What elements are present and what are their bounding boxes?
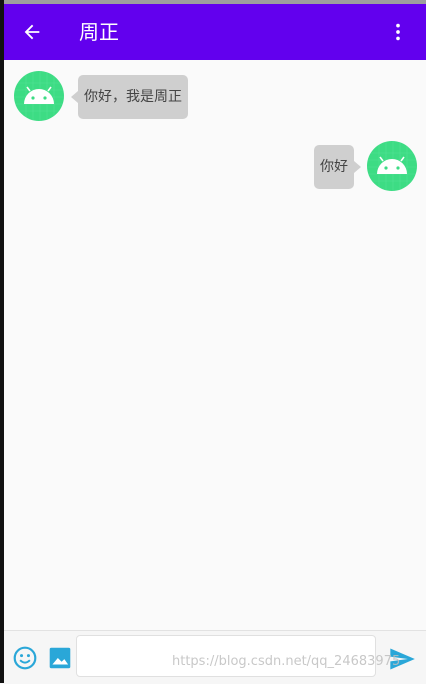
android-icon — [14, 71, 64, 121]
emoji-button[interactable] — [12, 645, 38, 671]
page-title: 周正 — [79, 20, 119, 44]
send-button[interactable] — [388, 645, 416, 673]
android-icon — [367, 141, 417, 191]
contact-avatar[interactable] — [14, 71, 64, 121]
my-avatar[interactable] — [367, 141, 417, 191]
message-input[interactable] — [76, 635, 376, 677]
overflow-menu-button[interactable] — [380, 14, 416, 50]
image-icon — [49, 647, 71, 669]
message-bubble-sent[interactable]: 你好 — [314, 145, 361, 189]
app-bar: 周正 — [0, 4, 426, 60]
message-bubble-received[interactable]: 你好，我是周正 — [71, 75, 188, 119]
arrow-back-icon — [24, 24, 40, 40]
chat-list[interactable]: 你好，我是周正 你好 — [4, 60, 426, 630]
window-left-edge — [0, 0, 4, 683]
send-icon — [390, 648, 415, 670]
more-vert-icon — [396, 23, 400, 41]
message-input-bar — [4, 630, 426, 684]
back-button[interactable] — [14, 14, 50, 50]
window-top-edge — [0, 0, 426, 4]
emoji-icon — [13, 646, 37, 670]
image-button[interactable] — [47, 645, 73, 671]
